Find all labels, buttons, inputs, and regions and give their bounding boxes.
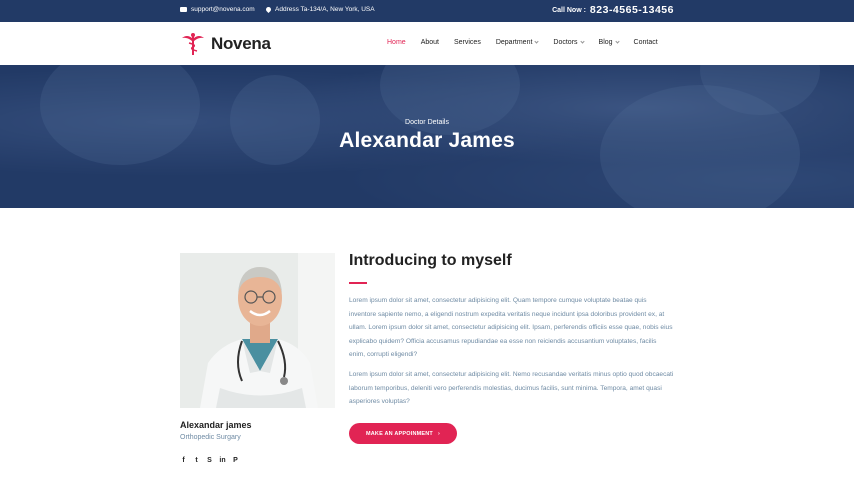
social-links: f t Sin P [180, 457, 239, 464]
make-appointment-button[interactable]: MAKE AN APPOINMENT › [349, 423, 457, 444]
nav-item-department[interactable]: Department [495, 39, 540, 46]
nav-menu: Home About Services Department Doctors Blog Co… [387, 39, 673, 46]
call-label: Call Now : [552, 6, 586, 14]
chevron-right-icon: › [438, 430, 441, 437]
nav-item-doctors[interactable]: Doctors [553, 39, 585, 46]
nav-item-services[interactable]: Services [454, 39, 481, 46]
nav-item-label: Contact [633, 39, 658, 46]
twitter-icon[interactable]: t [193, 457, 200, 464]
doctor-name: Alexandar james [180, 420, 252, 430]
skype-icon[interactable]: S [206, 457, 213, 464]
email-contact[interactable]: support@novena.com [180, 6, 255, 13]
nav-item-label: Doctors [553, 39, 578, 46]
chevron-down-icon [579, 39, 585, 44]
page-hero-banner: Doctor Details Alexandar James [0, 65, 854, 208]
email-text: support@novena.com [191, 6, 255, 13]
appointment-button-label: MAKE AN APPOINMENT [365, 430, 433, 437]
doctor-photo [180, 253, 335, 408]
doctor-specialty: Orthopedic Surgary [180, 434, 241, 441]
facebook-icon[interactable]: f [180, 457, 187, 464]
nav-item-contact[interactable]: Contact [634, 39, 658, 46]
linkedin-icon[interactable]: in [219, 457, 226, 464]
logo[interactable]: Novena [180, 32, 271, 56]
nav-item-blog[interactable]: Blog [598, 39, 620, 46]
chevron-down-icon [614, 39, 620, 44]
hero-subtitle: Doctor Details [405, 119, 449, 126]
address-contact: Address Ta-134/A, New York, USA [264, 5, 375, 14]
chevron-down-icon [534, 39, 540, 44]
intro-paragraph-2: Lorem ipsum dolor sit amet, consectetur … [349, 371, 674, 405]
pinterest-icon[interactable]: P [232, 457, 239, 464]
caduceus-logo-icon [182, 33, 204, 55]
nav-item-label: Home [387, 39, 406, 46]
location-pin-icon [264, 5, 273, 14]
section-heading: Introducing to myself [349, 252, 512, 269]
brand-name: Novena [211, 34, 271, 53]
page-title: Alexandar James [339, 129, 515, 152]
nav-item-label: Department [495, 39, 533, 46]
phone-number[interactable]: 823-4565-13456 [590, 4, 674, 16]
nav-item-home[interactable]: Home [387, 39, 406, 46]
intro-paragraph-1: Lorem ipsum dolor sit amet, consectetur … [349, 297, 673, 358]
nav-item-label: About [420, 39, 439, 46]
main-navbar: Novena Home About Services Department Doctor… [0, 22, 854, 65]
address-text: Address Ta-134/A, New York, USA [275, 6, 375, 13]
envelope-icon [180, 7, 187, 12]
nav-item-label: Blog [598, 39, 613, 46]
nav-item-about[interactable]: About [421, 39, 439, 46]
heading-divider [349, 282, 367, 284]
doctor-portrait-image [180, 253, 335, 408]
nav-item-label: Services [453, 39, 481, 46]
top-bar: support@novena.com Address Ta-134/A, New… [0, 0, 854, 22]
call-now[interactable]: Call Now : 823-4565-13456 [552, 4, 674, 16]
